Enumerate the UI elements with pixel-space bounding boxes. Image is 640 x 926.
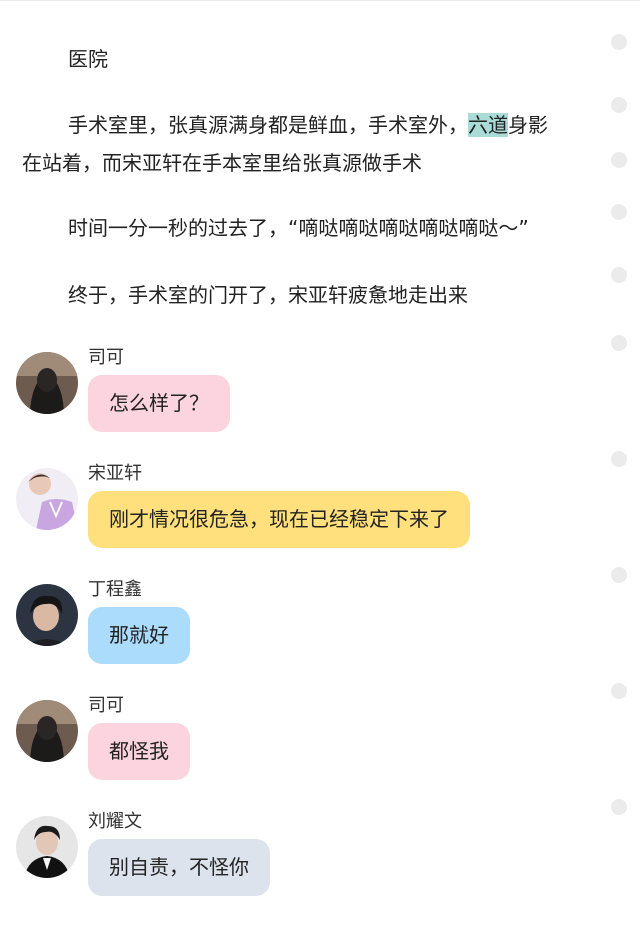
highlighted-text: 六道: [468, 113, 508, 137]
side-dot[interactable]: [611, 799, 627, 815]
side-dot[interactable]: [611, 204, 627, 220]
message-bubble[interactable]: 刚才情况很危急，现在已经稳定下来了: [88, 491, 470, 548]
purple-vest-boy-avatar[interactable]: [16, 468, 78, 530]
side-dot[interactable]: [611, 267, 627, 283]
story-heading: 医院: [68, 47, 108, 71]
chat-message: 刘耀文 别自责，不怪你: [16, 811, 576, 926]
suit-boy-avatar[interactable]: [16, 816, 78, 878]
chat-message: 司可 都怪我: [16, 695, 576, 810]
message-bubble[interactable]: 那就好: [88, 607, 190, 664]
dark-hair-boy-avatar[interactable]: [16, 584, 78, 646]
message-bubble[interactable]: 别自责，不怪你: [88, 839, 270, 896]
side-dot[interactable]: [611, 152, 627, 168]
dark-girl-avatar[interactable]: [16, 352, 78, 414]
sender-name: 刘耀文: [88, 811, 142, 832]
sender-name: 司可: [88, 695, 124, 716]
side-dot[interactable]: [611, 335, 627, 351]
message-bubble[interactable]: 都怪我: [88, 723, 190, 780]
side-dot[interactable]: [611, 567, 627, 583]
sender-name: 司可: [88, 347, 124, 368]
sender-name: 丁程鑫: [88, 579, 142, 600]
message-bubble[interactable]: 怎么样了？: [88, 375, 230, 432]
side-dot[interactable]: [611, 97, 627, 113]
side-dot[interactable]: [611, 683, 627, 699]
chat-message: 司可 怎么样了？: [16, 347, 576, 462]
story-paragraph-1-line-1: 手术室里，张真源满身都是鲜血，手术室外，六道身影: [68, 109, 548, 142]
story-paragraph-2: 时间一分一秒的过去了，“嘀哒嘀哒嘀哒嘀哒嘀哒～”: [68, 216, 529, 240]
story-paragraph-3: 终于，手术室的门开了，宋亚轩疲惫地走出来: [68, 283, 468, 307]
story-text: 身影: [508, 113, 548, 137]
top-divider: [0, 0, 640, 1]
story-paragraph-1-line-2: 在站着，而宋亚轩在手本室里给张真源做手术: [22, 151, 422, 175]
side-dot[interactable]: [611, 34, 627, 50]
story-text: 手术室里，张真源满身都是鲜血，手术室外，: [68, 113, 468, 137]
chat-message: 丁程鑫 那就好: [16, 579, 576, 694]
sender-name: 宋亚轩: [88, 463, 142, 484]
chat-message: 宋亚轩 刚才情况很危急，现在已经稳定下来了: [16, 463, 576, 578]
side-dot[interactable]: [611, 451, 627, 467]
dark-girl-avatar[interactable]: [16, 700, 78, 762]
